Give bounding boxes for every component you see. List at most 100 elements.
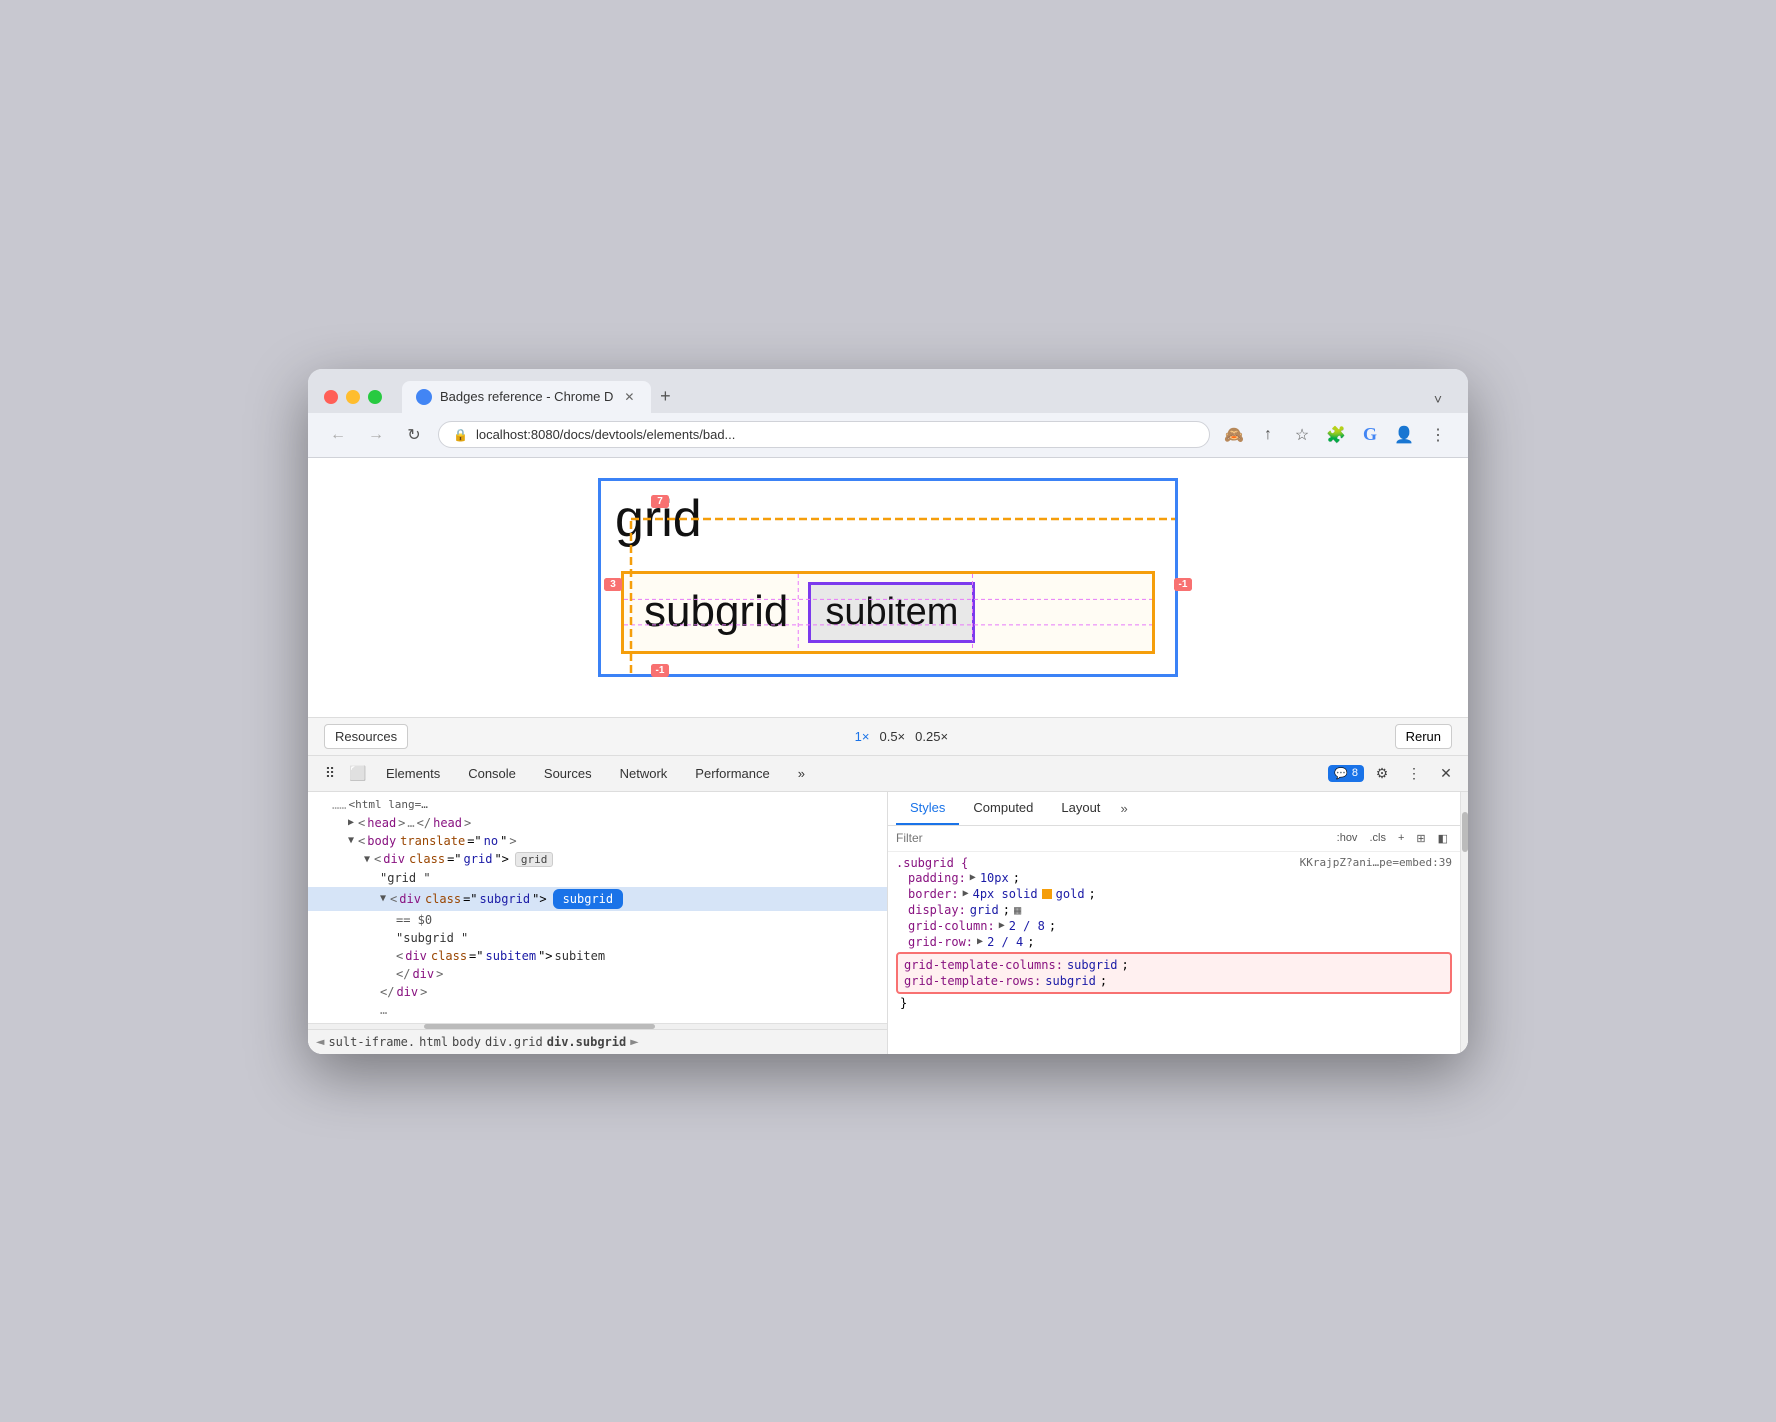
devtools-icons: 💬 8 ⚙ ⋮ ✕ bbox=[1328, 759, 1460, 787]
zoom-025x-button[interactable]: 0.25× bbox=[915, 729, 948, 744]
dom-line-body[interactable]: ▼ <body translate="no" > bbox=[308, 832, 887, 850]
devtools: ⠿ ⬜ Elements Console Sources Network Per… bbox=[308, 756, 1468, 1054]
bc-html[interactable]: html bbox=[419, 1035, 448, 1049]
tab-console[interactable]: Console bbox=[454, 756, 530, 791]
issues-badge[interactable]: 💬 8 bbox=[1328, 765, 1364, 782]
minimize-window-button[interactable] bbox=[346, 390, 360, 404]
bc-iframe[interactable]: sult-iframe. bbox=[328, 1035, 415, 1049]
tab-menu-button[interactable]: ˅ bbox=[1424, 385, 1452, 413]
rerun-button[interactable]: Rerun bbox=[1395, 724, 1452, 749]
hov-filter[interactable]: :hov bbox=[1333, 830, 1362, 846]
dom-line-ellipsis: … bbox=[308, 1001, 887, 1019]
tab-styles[interactable]: Styles bbox=[896, 792, 959, 825]
dom-line-close-div1[interactable]: </div> bbox=[308, 965, 887, 983]
forward-button[interactable]: → bbox=[362, 421, 390, 449]
reload-button[interactable]: ↻ bbox=[400, 421, 428, 449]
add-style[interactable]: + bbox=[1394, 830, 1408, 846]
gold-color-swatch[interactable] bbox=[1042, 889, 1052, 899]
dom-line-close-div2[interactable]: </div> bbox=[308, 983, 887, 1001]
preview-area: grid 1 2 3 4 5 6 7 1 2 3 bbox=[308, 458, 1468, 718]
subitem-box: subitem bbox=[808, 582, 975, 643]
url-text: localhost:8080/docs/devtools/elements/ba… bbox=[476, 427, 735, 442]
css-prop-display: display: grid; bbox=[896, 902, 1452, 918]
tab-computed[interactable]: Computed bbox=[959, 792, 1047, 825]
css-prop-grid-template-columns: grid-template-columns: subgrid; bbox=[904, 957, 1444, 973]
styles-filter: :hov .cls + ⊞ ◧ bbox=[888, 826, 1460, 852]
address-bar: ← → ↻ 🔒 localhost:8080/docs/devtools/ele… bbox=[308, 413, 1468, 458]
breadcrumb-back[interactable]: ◄ bbox=[316, 1034, 324, 1050]
close-devtools-button[interactable]: ✕ bbox=[1432, 759, 1460, 787]
tab-layout[interactable]: Layout bbox=[1047, 792, 1114, 825]
active-tab[interactable]: Badges reference - Chrome D ✕ bbox=[402, 381, 651, 413]
bc-div-subgrid[interactable]: div.subgrid bbox=[547, 1035, 626, 1049]
grid-num-n1: -1 bbox=[651, 664, 669, 677]
bc-body[interactable]: body bbox=[452, 1035, 481, 1049]
styles-panel: Styles Computed Layout » :hov .cls + ⊞ bbox=[888, 792, 1460, 1054]
css-selector: .subgrid { bbox=[896, 856, 968, 870]
right-num-n1: -1 bbox=[1174, 578, 1192, 591]
settings-button[interactable]: ⚙ bbox=[1368, 759, 1396, 787]
tab-elements[interactable]: Elements bbox=[372, 756, 454, 791]
tab-close-button[interactable]: ✕ bbox=[621, 389, 637, 405]
breadcrumb-forward[interactable]: ► bbox=[630, 1034, 638, 1050]
grid-icon[interactable] bbox=[1014, 903, 1028, 917]
browser-window: Badges reference - Chrome D ✕ + ˅ ← → ↻ … bbox=[308, 369, 1468, 1054]
tab-network[interactable]: Network bbox=[606, 756, 682, 791]
profile-icon[interactable]: 👤 bbox=[1390, 421, 1418, 449]
new-tab-button[interactable]: + bbox=[651, 383, 679, 411]
css-prop-padding: padding: ▶ 10px; bbox=[896, 870, 1452, 886]
dom-line-html[interactable]: …… <html lang=… bbox=[308, 796, 887, 814]
maximize-window-button[interactable] bbox=[368, 390, 382, 404]
cast-icon[interactable]: 🙈 bbox=[1220, 421, 1248, 449]
dom-line-text-grid[interactable]: "grid " bbox=[308, 869, 887, 887]
bc-div-grid[interactable]: div.grid bbox=[485, 1035, 543, 1049]
bookmark-icon[interactable]: ☆ bbox=[1288, 421, 1316, 449]
tab-performance[interactable]: Performance bbox=[681, 756, 783, 791]
dom-line-div-subitem[interactable]: <div class="subitem"> subitem bbox=[308, 947, 887, 965]
cls-filter[interactable]: .cls bbox=[1365, 830, 1390, 846]
traffic-lights bbox=[324, 390, 382, 404]
tab-more[interactable]: » bbox=[784, 756, 819, 791]
dom-scrollbar[interactable] bbox=[308, 1023, 887, 1029]
styles-scrollbar[interactable] bbox=[1460, 792, 1468, 1054]
dom-line-div-subgrid[interactable]: ▼ <div class="subgrid"> subgrid bbox=[308, 887, 887, 911]
back-button[interactable]: ← bbox=[324, 421, 352, 449]
preview-toolbar: Resources 1× 0.5× 0.25× Rerun bbox=[308, 718, 1468, 756]
tab-sources[interactable]: Sources bbox=[530, 756, 606, 791]
subgrid-label: subgrid bbox=[632, 583, 800, 641]
element-state-icon[interactable]: ⊞ bbox=[1412, 830, 1429, 847]
styles-content: .subgrid { KKrajpZ?ani…pe=embed:39 paddi… bbox=[888, 852, 1460, 1054]
close-window-button[interactable] bbox=[324, 390, 338, 404]
zoom-1x-button[interactable]: 1× bbox=[855, 729, 870, 744]
styles-tabs: Styles Computed Layout » bbox=[888, 792, 1460, 826]
zoom-05x-button[interactable]: 0.5× bbox=[879, 729, 905, 744]
sidebar-toggle-icon[interactable]: ◧ bbox=[1434, 830, 1452, 847]
css-prop-grid-row: grid-row: ▶ 2 / 4; bbox=[896, 934, 1452, 950]
more-options-button[interactable]: ⋮ bbox=[1400, 759, 1428, 787]
grid-demo: grid 1 2 3 4 5 6 7 1 2 3 bbox=[598, 478, 1178, 677]
grid-badge[interactable]: grid bbox=[515, 852, 554, 867]
dom-scrollbar-thumb bbox=[424, 1024, 656, 1029]
device-toolbar-button[interactable]: ⬜ bbox=[344, 759, 372, 787]
styles-more-tabs[interactable]: » bbox=[1114, 793, 1133, 824]
subgrid-badge[interactable]: subgrid bbox=[553, 889, 624, 909]
subgrid-box: 1 2 3 -3 -2 -1 bbox=[621, 571, 1155, 654]
share-icon[interactable]: ↑ bbox=[1254, 421, 1282, 449]
dom-line-head[interactable]: ▶ <head> … </head> bbox=[308, 814, 887, 832]
tab-bar: Badges reference - Chrome D ✕ + ˅ bbox=[402, 381, 1452, 413]
google-icon[interactable]: G bbox=[1356, 421, 1384, 449]
dom-content: …… <html lang=… ▶ <head> … </head> ▼ bbox=[308, 792, 887, 1023]
extension-icon[interactable]: 🧩 bbox=[1322, 421, 1350, 449]
styles-filter-input[interactable] bbox=[896, 831, 1327, 845]
menu-button[interactable]: ⋮ bbox=[1424, 421, 1452, 449]
issues-icon: 💬 bbox=[1334, 767, 1348, 780]
dom-line-div-grid[interactable]: ▼ <div class="grid"> grid bbox=[308, 850, 887, 869]
resources-button[interactable]: Resources bbox=[324, 724, 408, 749]
dom-line-text-subgrid[interactable]: "subgrid " bbox=[308, 929, 887, 947]
url-bar[interactable]: 🔒 localhost:8080/docs/devtools/elements/… bbox=[438, 421, 1210, 448]
zoom-controls: 1× 0.5× 0.25× bbox=[855, 729, 948, 744]
left-num-3: 3 bbox=[604, 578, 622, 591]
devtools-tabs: ⠿ ⬜ Elements Console Sources Network Per… bbox=[308, 756, 1468, 792]
inspect-element-button[interactable]: ⠿ bbox=[316, 759, 344, 787]
styles-scrollbar-thumb bbox=[1462, 812, 1468, 852]
